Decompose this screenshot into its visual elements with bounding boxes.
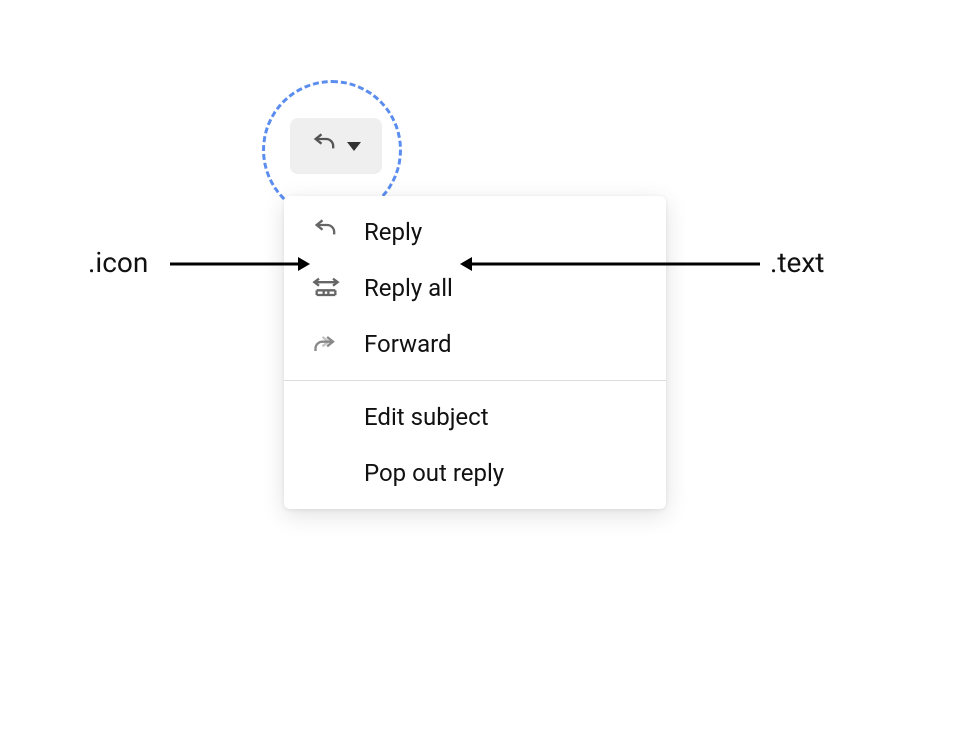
annotation-arrow-to-text bbox=[460, 254, 760, 274]
menu-item-label: Forward bbox=[364, 330, 452, 358]
reply-dropdown-menu: Reply Reply all Forward bbox=[284, 196, 666, 509]
menu-divider bbox=[284, 380, 666, 381]
menu-item-label: Reply all bbox=[364, 274, 453, 302]
menu-item-label: Edit subject bbox=[364, 403, 489, 431]
menu-item-label: Reply bbox=[364, 218, 422, 246]
menu-item-reply[interactable]: Reply bbox=[284, 204, 666, 260]
reply-dropdown-button[interactable] bbox=[290, 118, 382, 174]
reply-icon bbox=[312, 218, 340, 246]
reply-icon bbox=[311, 132, 339, 160]
caret-down-icon bbox=[347, 142, 361, 151]
annotation-label-icon: .icon bbox=[88, 246, 148, 279]
menu-item-forward[interactable]: Forward bbox=[284, 316, 666, 372]
menu-item-edit-subject[interactable]: Edit subject bbox=[284, 389, 666, 445]
menu-item-pop-out-reply[interactable]: Pop out reply bbox=[284, 445, 666, 501]
forward-icon bbox=[312, 330, 340, 358]
reply-all-icon bbox=[312, 274, 340, 302]
annotation-label-text: .text bbox=[770, 246, 824, 279]
annotation-arrow-to-icon bbox=[170, 254, 310, 274]
menu-item-label: Pop out reply bbox=[364, 459, 504, 487]
